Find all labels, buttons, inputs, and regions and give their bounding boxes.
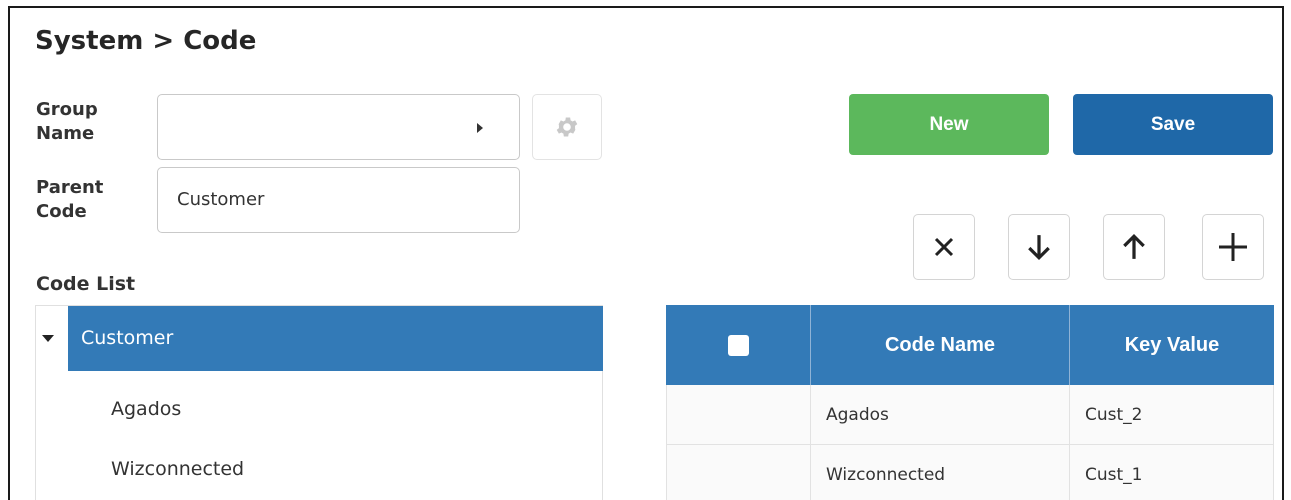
checkbox-icon[interactable] [727,334,749,356]
key-value-cell[interactable]: Cust_1 [1070,445,1274,500]
move-up-button[interactable] [1103,214,1165,280]
delete-button[interactable] [913,214,975,280]
caret-down-icon[interactable] [42,335,54,342]
code-grid: Code Name Key Value Agados Cust_2 Wizcon… [666,305,1274,500]
arrow-down-icon [1028,235,1050,261]
page-title: System > Code [35,26,257,56]
table-row[interactable]: Wizconnected Cust_1 [666,445,1274,500]
code-name-cell[interactable]: Agados [811,385,1070,445]
save-button[interactable]: Save [1073,94,1273,155]
new-button[interactable]: New [849,94,1049,155]
code-name-cell[interactable]: Wizconnected [811,445,1070,500]
group-name-label: Group Name [36,99,98,144]
row-select-cell[interactable] [666,445,811,500]
arrow-up-icon [1123,233,1145,259]
column-header-key-value[interactable]: Key Value [1070,305,1274,385]
parent-code-label: Parent Code [36,177,104,222]
key-value-cell[interactable]: Cust_2 [1070,385,1274,445]
code-tree: Customer Agados Wizconnected [35,305,603,500]
column-header-code-name[interactable]: Code Name [811,305,1070,385]
group-name-select[interactable] [157,94,520,160]
gear-icon [556,117,578,137]
row-select-cell[interactable] [666,385,811,445]
caret-right-icon [477,123,483,133]
tree-item[interactable]: Agados [111,398,181,420]
code-list-label: Code List [36,273,136,295]
grid-header: Code Name Key Value [666,305,1274,385]
add-row-button[interactable] [1202,214,1264,280]
close-icon [934,237,954,257]
tree-item[interactable]: Wizconnected [111,458,244,480]
parent-code-value: Customer [177,189,265,210]
parent-code-input[interactable]: Customer [157,167,520,233]
move-down-button[interactable] [1008,214,1070,280]
code-panel: System > Code Group Name Parent Code Cus… [8,6,1284,500]
tree-item-customer[interactable]: Customer [68,306,603,371]
table-row[interactable]: Agados Cust_2 [666,385,1274,445]
plus-icon [1219,233,1247,261]
group-settings-button[interactable] [532,94,602,160]
select-all-cell [666,305,811,385]
